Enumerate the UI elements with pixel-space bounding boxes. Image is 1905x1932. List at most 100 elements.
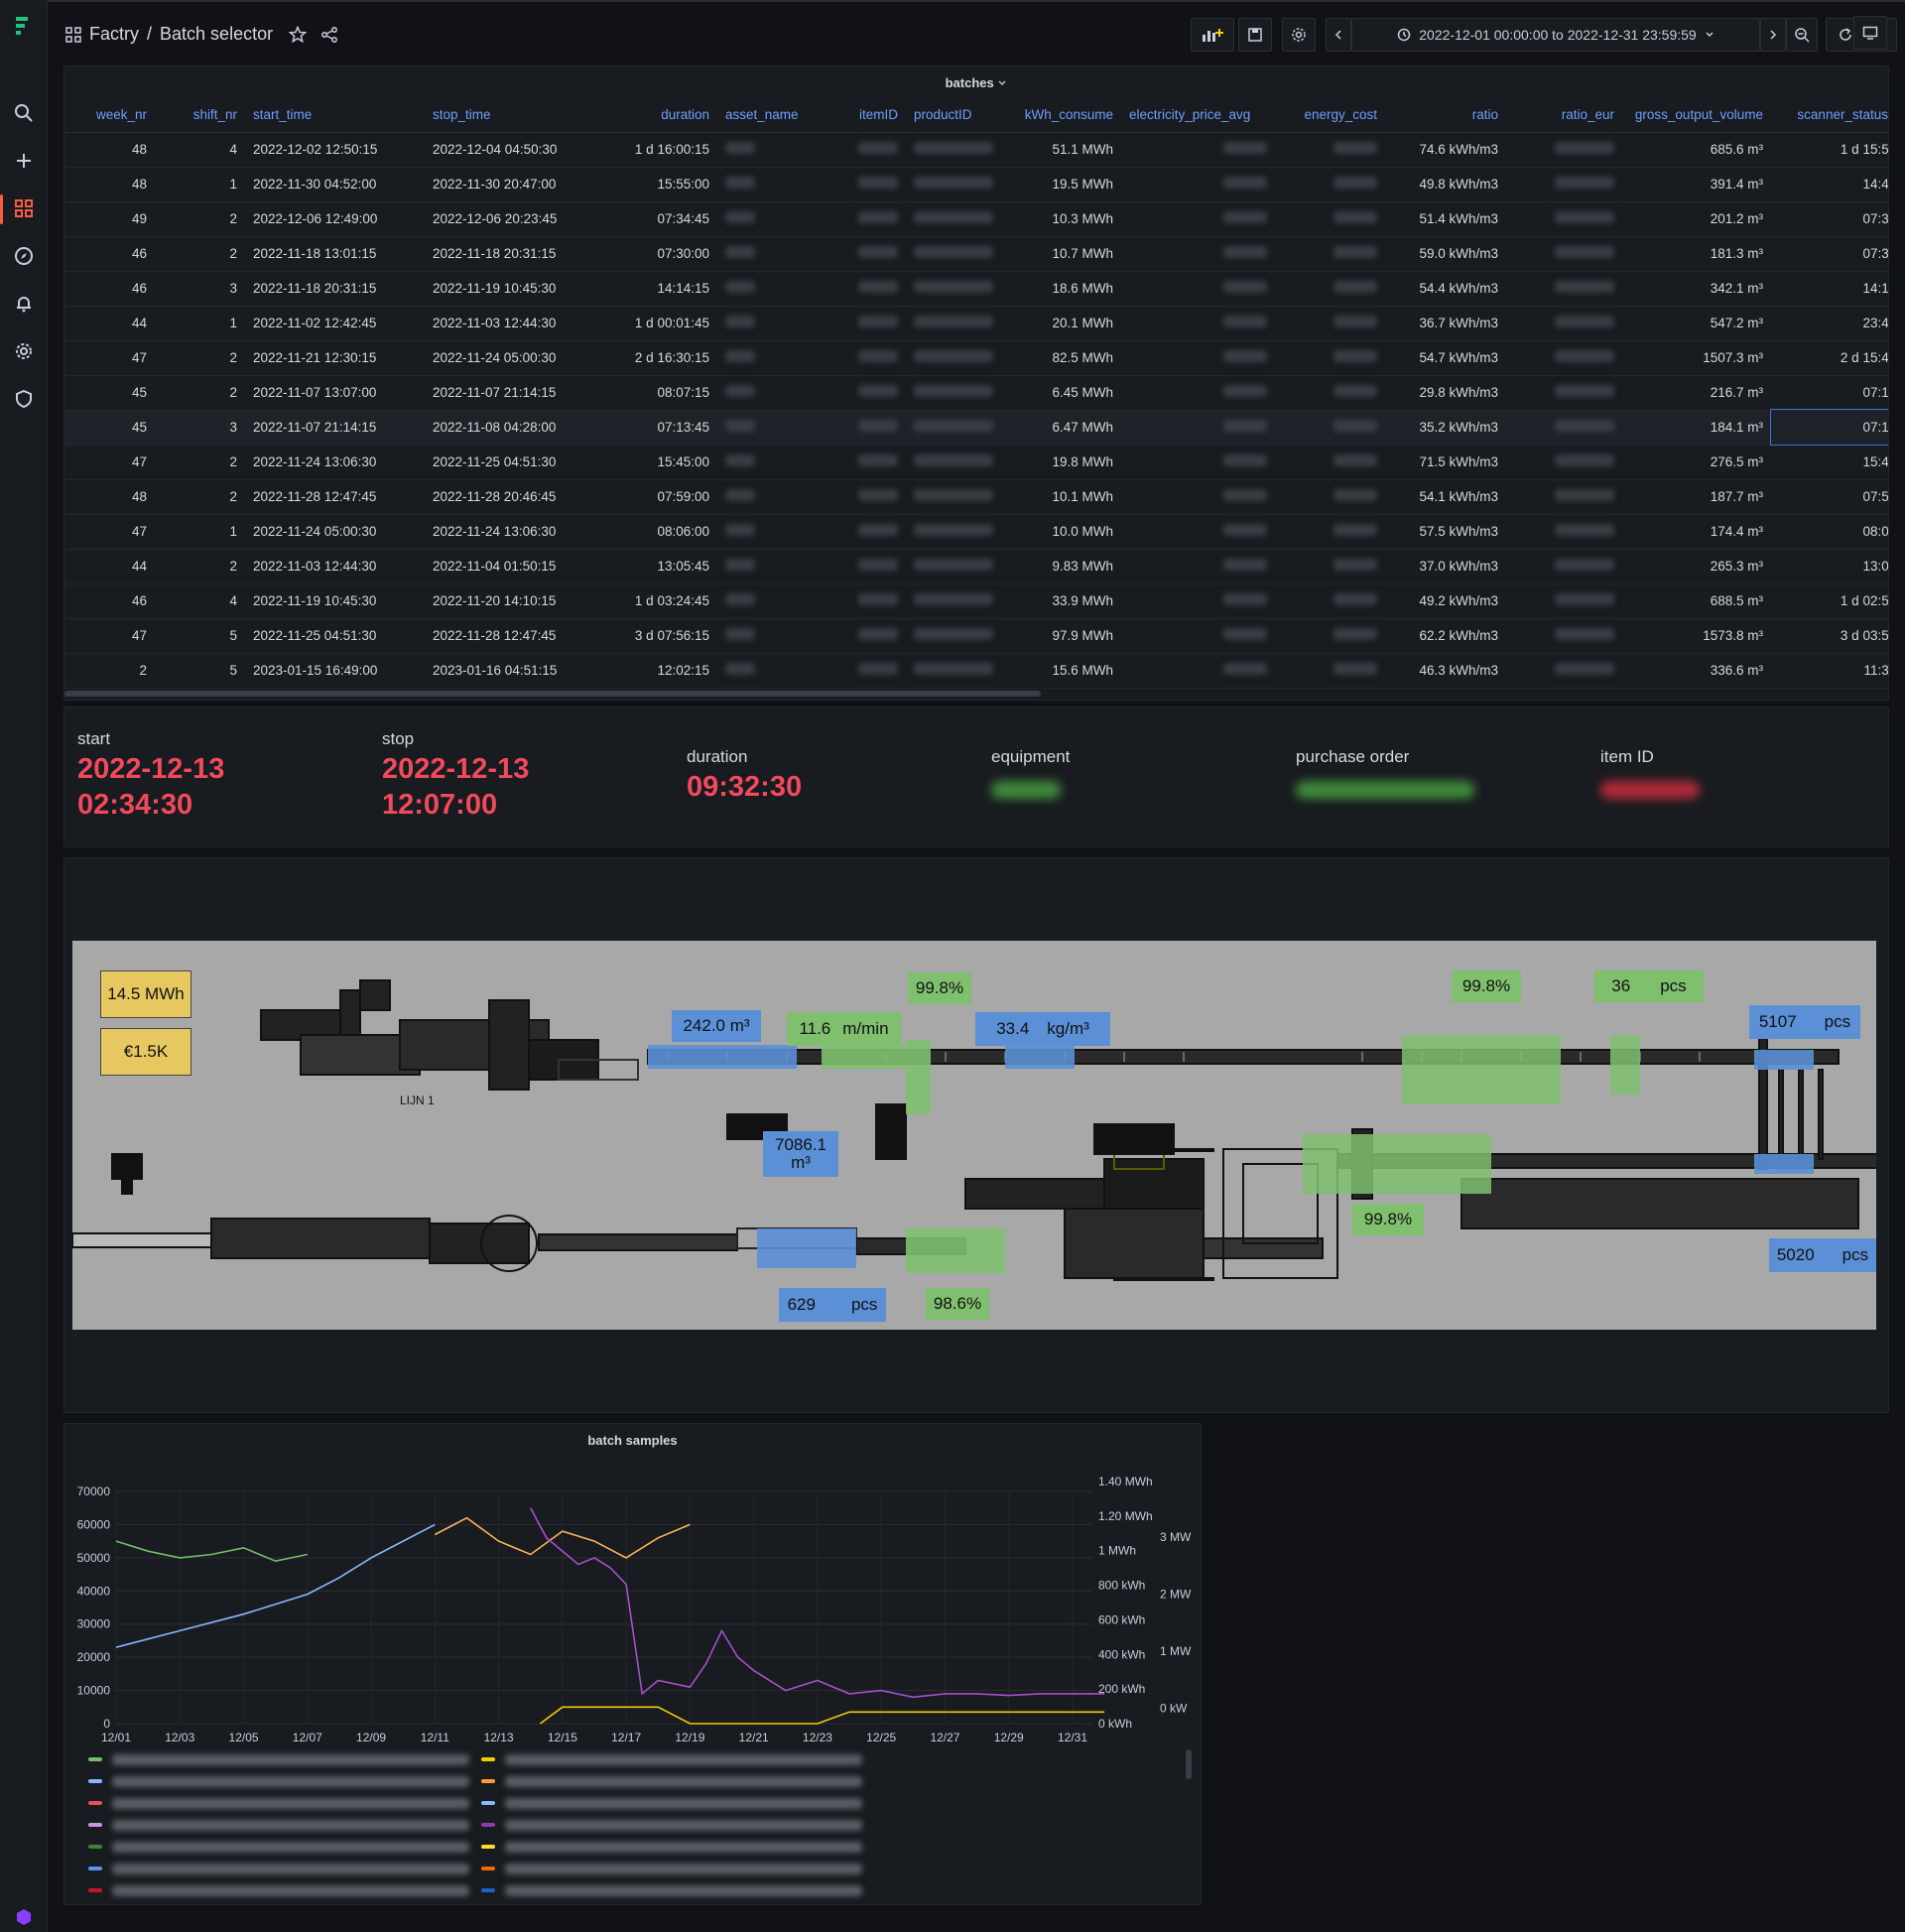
table-row[interactable]: 46 2 2022-11-18 13:01:15 2022-11-18 20:31:1… — [64, 236, 1888, 272]
add-panel-button[interactable] — [1191, 18, 1234, 52]
time-shift-back-button[interactable] — [1326, 18, 1351, 52]
column-header-gross-output-volume[interactable]: gross_output_volume — [1622, 98, 1771, 133]
alerting-icon[interactable] — [12, 292, 36, 316]
table-cell-start-time: 2022-11-18 13:01:15 — [245, 236, 425, 272]
column-header-start-time[interactable]: start_time — [245, 98, 425, 133]
legend-item[interactable] — [88, 1795, 469, 1811]
dashboard-settings-button[interactable] — [1282, 18, 1316, 52]
column-header-shift-nr[interactable]: shift_nr — [155, 98, 245, 133]
count-overlay-2[interactable]: 5107 pcs — [1749, 1005, 1860, 1039]
count-overlay-1[interactable]: 36 pcs — [1594, 970, 1704, 1002]
table-row[interactable]: 45 3 2022-11-07 21:14:15 2022-11-08 04:28:0… — [64, 409, 1888, 446]
legend-item[interactable] — [88, 1861, 469, 1876]
plus-icon[interactable] — [12, 149, 36, 173]
legend-item[interactable] — [481, 1861, 862, 1876]
column-header-scanner-status-run[interactable]: scanner_status_run — [1771, 98, 1888, 133]
shield-icon[interactable] — [12, 387, 36, 411]
legend-item[interactable] — [481, 1817, 862, 1833]
legend-item[interactable] — [88, 1817, 469, 1833]
time-shift-forward-button[interactable] — [1760, 18, 1786, 52]
table-row[interactable]: 48 2 2022-11-28 12:47:45 2022-11-28 20:46:4… — [64, 479, 1888, 515]
redacted-cell — [1121, 271, 1275, 307]
density-overlay[interactable]: 33.4 kg/m³ — [975, 1012, 1110, 1046]
cost-overlay[interactable]: €1.5K — [100, 1028, 191, 1076]
table-row[interactable]: 47 2 2022-11-24 13:06:30 2022-11-25 04:51:3… — [64, 445, 1888, 480]
panel-title-batches[interactable]: batches — [64, 75, 1888, 90]
column-header-asset-name[interactable]: asset_name — [717, 98, 846, 133]
column-header-kwh-consume[interactable]: kWh_consume — [1011, 98, 1121, 133]
grafana-logo-icon[interactable] — [12, 14, 36, 42]
table-row[interactable]: 48 4 2022-12-02 12:50:15 2022-12-04 04:50:3… — [64, 132, 1888, 168]
time-range-picker[interactable]: 2022-12-01 00:00:00 to 2022-12-31 23:59:… — [1351, 18, 1760, 52]
table-row[interactable]: 47 2 2022-11-21 12:30:15 2022-11-24 05:00:3… — [64, 340, 1888, 376]
pct-overlay-4[interactable]: 98.6% — [926, 1288, 989, 1320]
breadcrumb-folder[interactable]: Factry — [89, 24, 139, 45]
share-icon[interactable] — [320, 26, 338, 44]
save-dashboard-button[interactable] — [1238, 18, 1272, 52]
table-row[interactable]: 46 4 2022-11-19 10:45:30 2022-11-20 14:10:1… — [64, 583, 1888, 619]
table-row[interactable]: 47 1 2022-11-24 05:00:30 2022-11-24 13:06:3… — [64, 514, 1888, 550]
legend-item[interactable] — [481, 1751, 862, 1767]
legend-item[interactable] — [88, 1773, 469, 1789]
table-row[interactable]: 47 5 2022-11-25 04:51:30 2022-11-28 12:47:4… — [64, 618, 1888, 654]
table-row[interactable]: 44 2 2022-11-03 12:44:30 2022-11-04 01:50:1… — [64, 549, 1888, 584]
volume-unit: m³ — [791, 1153, 811, 1172]
legend-item[interactable] — [481, 1839, 862, 1855]
table-row[interactable]: 46 3 2022-11-18 20:31:15 2022-11-19 10:45:3… — [64, 271, 1888, 307]
redacted-value — [914, 350, 993, 362]
dashboard-title[interactable]: Batch selector — [160, 24, 273, 45]
legend-item[interactable] — [481, 1882, 862, 1898]
energy-overlay[interactable]: 14.5 MWh — [100, 970, 191, 1018]
legend-item[interactable] — [88, 1882, 469, 1898]
table-row[interactable]: 49 2 2022-12-06 12:49:00 2022-12-06 20:23:4… — [64, 201, 1888, 237]
redacted-value — [1555, 385, 1614, 397]
chart-series-line[interactable] — [539, 1706, 1105, 1725]
column-header-itemid[interactable]: itemID — [846, 98, 906, 133]
volume-overlay-1[interactable]: 242.0 m³ — [672, 1010, 761, 1042]
legend-scrollbar[interactable] — [1186, 1749, 1192, 1779]
horizontal-scrollbar[interactable] — [64, 691, 1041, 697]
pct-overlay-1[interactable]: 99.8% — [908, 972, 971, 1004]
table-row[interactable]: 45 2 2022-11-07 13:07:00 2022-11-07 21:14:1… — [64, 375, 1888, 411]
table-cell-week-nr: 48 — [64, 479, 155, 515]
redacted-value — [858, 628, 898, 640]
column-header-energy-cost[interactable]: energy_cost — [1275, 98, 1385, 133]
chart-title[interactable]: batch samples — [64, 1433, 1201, 1448]
legend-item[interactable] — [88, 1751, 469, 1767]
redacted-value — [914, 142, 993, 154]
legend-item[interactable] — [88, 1839, 469, 1855]
batch-samples-chart[interactable]: 70000 60000 50000 40000 30000 20000 10000 0 1.40… — [64, 1452, 1203, 1779]
user-avatar-icon[interactable] — [12, 1905, 36, 1929]
redacted-value — [1555, 628, 1614, 640]
column-header-ratio[interactable]: ratio — [1385, 98, 1506, 133]
column-header-week-nr[interactable]: week_nr — [64, 98, 155, 133]
explore-icon[interactable] — [12, 244, 36, 268]
table-row[interactable]: 48 1 2022-11-30 04:52:00 2022-11-30 20:47:0… — [64, 167, 1888, 202]
redacted-cell — [717, 653, 846, 689]
dashboards-icon[interactable] — [12, 196, 36, 220]
speed-overlay[interactable]: 11.6 m/min — [787, 1012, 901, 1046]
pct-overlay-2[interactable]: 99.8% — [1452, 970, 1521, 1002]
legend-item[interactable] — [481, 1795, 862, 1811]
count-overlay-4[interactable]: 629 pcs — [779, 1288, 886, 1322]
legend-item[interactable] — [481, 1773, 862, 1789]
column-header-stop-time[interactable]: stop_time — [425, 98, 604, 133]
column-header-productid[interactable]: productID — [906, 98, 1011, 133]
table-row[interactable]: 2 5 2023-01-15 16:49:00 2023-01-16 04:51:15… — [64, 653, 1888, 689]
column-header-ratio-eur[interactable]: ratio_eur — [1506, 98, 1622, 133]
search-icon[interactable] — [12, 101, 36, 125]
chart-series-line[interactable] — [115, 1523, 436, 1648]
volume-overlay-2[interactable]: 7086.1 m³ — [763, 1131, 838, 1177]
count-overlay-3[interactable]: 5020 pcs — [1769, 1238, 1876, 1272]
legend-color-swatch — [481, 1779, 495, 1783]
config-icon[interactable] — [12, 339, 36, 363]
batches-table-panel: batches week_nr shift_nr start_time stop_ti… — [64, 65, 1889, 701]
pct-overlay-3[interactable]: 99.8% — [1352, 1204, 1424, 1235]
table-row[interactable]: 44 1 2022-11-02 12:42:45 2022-11-03 12:44:3… — [64, 306, 1888, 341]
star-icon[interactable] — [289, 25, 308, 44]
column-header-duration[interactable]: duration — [604, 98, 717, 133]
tv-mode-button[interactable] — [1853, 16, 1887, 50]
zoom-out-button[interactable] — [1786, 18, 1818, 52]
column-header-electricity-price-avg[interactable]: electricity_price_avg — [1121, 98, 1275, 133]
legend-color-swatch — [481, 1845, 495, 1849]
